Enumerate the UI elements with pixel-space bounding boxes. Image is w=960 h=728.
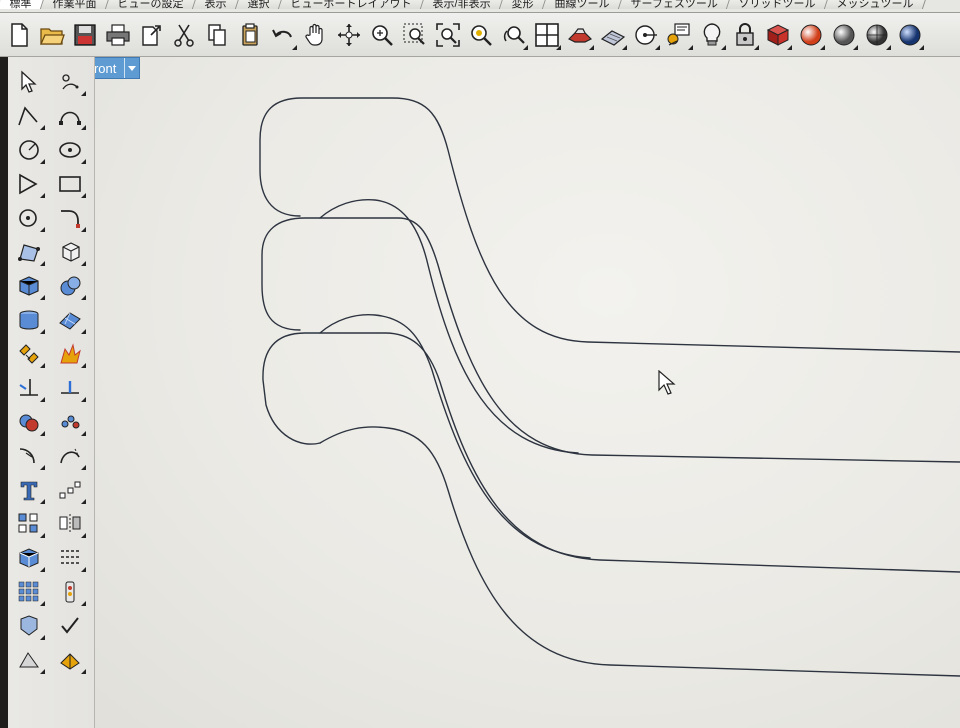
tab-mesh-tools[interactable]: メッシュツール bbox=[825, 0, 928, 10]
explode-icon[interactable] bbox=[49, 337, 90, 371]
circle-icon[interactable] bbox=[8, 133, 49, 167]
curve-drawing[interactable] bbox=[76, 57, 960, 728]
surface-extrude-icon[interactable] bbox=[49, 235, 90, 269]
zoom-icon[interactable] bbox=[365, 16, 398, 54]
shaded-object-icon[interactable] bbox=[563, 16, 596, 54]
osnap-icon[interactable] bbox=[629, 16, 662, 54]
rendered-viewport-icon[interactable] bbox=[794, 16, 827, 54]
undo-icon[interactable] bbox=[266, 16, 299, 54]
ghosted-viewport-icon[interactable] bbox=[827, 16, 860, 54]
tab-display[interactable]: 表示 bbox=[192, 0, 241, 10]
light-bulb-icon[interactable] bbox=[695, 16, 728, 54]
standard-toolbar bbox=[0, 13, 960, 57]
export-icon[interactable] bbox=[134, 16, 167, 54]
properties-icon[interactable] bbox=[662, 16, 695, 54]
tab-standard[interactable]: 標準 bbox=[0, 0, 46, 10]
fillet-curve-icon[interactable] bbox=[49, 201, 90, 235]
profile-curve-bottom bbox=[262, 332, 960, 573]
zoom-extents-icon[interactable] bbox=[431, 16, 464, 54]
tab-transform[interactable]: 変形 bbox=[499, 0, 548, 10]
tab-visibility[interactable]: 表示/非表示 bbox=[420, 0, 505, 10]
drafting-icon[interactable] bbox=[8, 643, 49, 677]
point-icon[interactable] bbox=[49, 65, 90, 99]
zoom-window-icon[interactable] bbox=[398, 16, 431, 54]
lock-icon[interactable] bbox=[728, 16, 761, 54]
cplane-icon[interactable] bbox=[596, 16, 629, 54]
trim-icon[interactable] bbox=[8, 371, 49, 405]
viewport-layout-icon[interactable] bbox=[530, 16, 563, 54]
polygon-icon[interactable] bbox=[8, 201, 49, 235]
print-icon[interactable] bbox=[101, 16, 134, 54]
render-icon[interactable] bbox=[8, 609, 49, 643]
tab-viewport-layout[interactable]: ビューポートレイアウト bbox=[278, 0, 426, 10]
mouse-cursor-icon bbox=[658, 370, 676, 395]
split-icon[interactable] bbox=[49, 371, 90, 405]
select-arrow-icon[interactable] bbox=[8, 65, 49, 99]
copy-icon[interactable] bbox=[200, 16, 233, 54]
sphere-solid-icon[interactable] bbox=[49, 269, 90, 303]
tab-curve-tools[interactable]: 曲線ツール bbox=[542, 0, 624, 10]
shaded-viewport-icon[interactable] bbox=[761, 16, 794, 54]
profile-offset-middle bbox=[319, 198, 579, 454]
curve-cv-icon[interactable] bbox=[49, 99, 90, 133]
cylinder-solid-icon[interactable] bbox=[8, 303, 49, 337]
rotate-view-icon[interactable] bbox=[332, 16, 365, 54]
transform-icon[interactable] bbox=[8, 337, 49, 371]
tab-solid-tools[interactable]: ソリッドツール bbox=[727, 0, 830, 10]
material-icon[interactable] bbox=[49, 643, 90, 677]
dimension-icon[interactable] bbox=[49, 473, 90, 507]
wireframe-sphere-icon[interactable] bbox=[893, 16, 926, 54]
open-folder-icon[interactable] bbox=[35, 16, 68, 54]
xray-viewport-icon[interactable] bbox=[860, 16, 893, 54]
tab-cplanes[interactable]: 作業平面 bbox=[40, 0, 111, 10]
ellipse-icon[interactable] bbox=[49, 133, 90, 167]
layer-icon[interactable] bbox=[49, 541, 90, 575]
group-icon[interactable] bbox=[49, 405, 90, 439]
new-file-icon[interactable] bbox=[2, 16, 35, 54]
main-left-toolbar bbox=[0, 57, 95, 728]
pan-hand-icon[interactable] bbox=[299, 16, 332, 54]
surface-corner-icon[interactable] bbox=[8, 235, 49, 269]
profile-curve-top bbox=[259, 97, 960, 353]
save-icon[interactable] bbox=[68, 16, 101, 54]
grid-points-icon[interactable] bbox=[8, 575, 49, 609]
polyline-icon[interactable] bbox=[8, 99, 49, 133]
rectangle-icon[interactable] bbox=[49, 167, 90, 201]
cut-icon[interactable] bbox=[167, 16, 200, 54]
mesh-plane-icon[interactable] bbox=[49, 303, 90, 337]
toolbar-tab-strip: 標準 作業平面 ビューの設定 表示 選択 ビューポートレイアウト 表示/非表示 … bbox=[0, 0, 960, 13]
mirror-icon[interactable] bbox=[49, 507, 90, 541]
text-icon[interactable] bbox=[8, 473, 49, 507]
rebuild-icon[interactable] bbox=[49, 439, 90, 473]
boolean-union-icon[interactable] bbox=[8, 405, 49, 439]
zoom-selected-icon[interactable] bbox=[464, 16, 497, 54]
undo-view-icon[interactable] bbox=[497, 16, 530, 54]
tab-select[interactable]: 選択 bbox=[235, 0, 284, 10]
analyze-icon[interactable] bbox=[49, 575, 90, 609]
arc-icon[interactable] bbox=[8, 167, 49, 201]
tab-set-view[interactable]: ビューの設定 bbox=[105, 0, 198, 10]
offset-icon[interactable] bbox=[8, 439, 49, 473]
array-icon[interactable] bbox=[8, 507, 49, 541]
viewport-menu-dropdown-icon[interactable] bbox=[124, 58, 139, 78]
box-solid-icon[interactable] bbox=[8, 269, 49, 303]
profile-lower-rail bbox=[319, 426, 960, 677]
paste-icon[interactable] bbox=[233, 16, 266, 54]
check-icon[interactable] bbox=[49, 609, 90, 643]
tab-surface-tools[interactable]: サーフェスツール bbox=[618, 0, 732, 10]
block-icon[interactable] bbox=[8, 541, 49, 575]
front-viewport[interactable]: Front bbox=[76, 57, 960, 728]
rhino-window: 標準 作業平面 ビューの設定 表示 選択 ビューポートレイアウト 表示/非表示 … bbox=[0, 0, 960, 728]
profile-curve-middle bbox=[261, 217, 960, 463]
